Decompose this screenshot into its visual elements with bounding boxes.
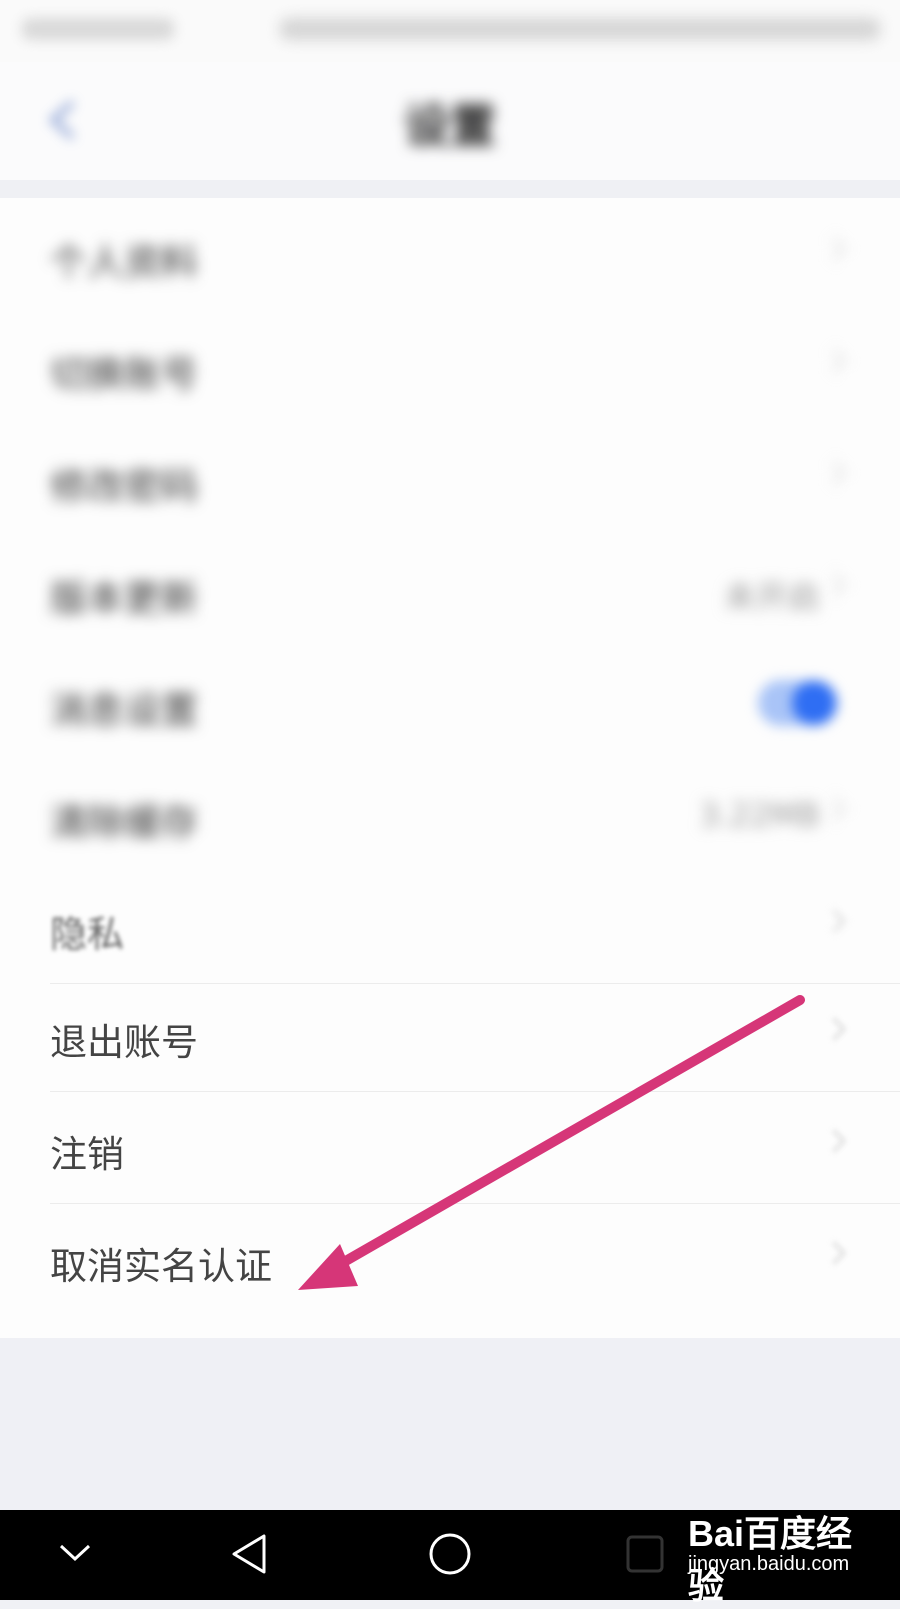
baidu-jingyan-watermark: Bai百度经验 jingyan.baidu.com xyxy=(688,1505,858,1606)
home-circle-icon[interactable] xyxy=(428,1532,472,1576)
chevron-down-icon[interactable] xyxy=(58,1542,92,1564)
watermark-url: jingyan.baidu.com xyxy=(688,1553,850,1575)
annotation-arrow-icon xyxy=(298,995,805,1290)
back-triangle-icon[interactable] xyxy=(230,1532,268,1576)
recents-square-icon[interactable] xyxy=(625,1534,665,1574)
